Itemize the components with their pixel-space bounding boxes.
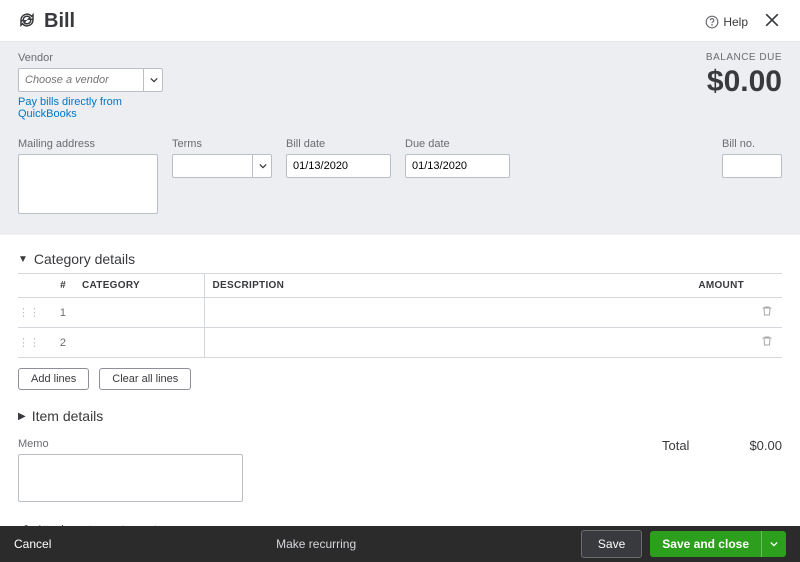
row-num: 1 bbox=[40, 298, 74, 328]
bill-date-input[interactable] bbox=[286, 154, 391, 178]
balance-label: BALANCE DUE bbox=[706, 52, 782, 63]
delete-row-button[interactable] bbox=[752, 298, 782, 328]
cancel-button[interactable]: Cancel bbox=[14, 537, 51, 551]
table-row[interactable]: ⋮⋮2 bbox=[18, 328, 782, 358]
category-details-title: Category details bbox=[34, 251, 135, 267]
vendor-select[interactable] bbox=[18, 68, 163, 92]
item-details-title: Item details bbox=[32, 408, 104, 424]
row-category[interactable] bbox=[74, 298, 204, 328]
make-recurring-button[interactable]: Make recurring bbox=[51, 537, 581, 551]
vendor-input[interactable] bbox=[18, 68, 163, 92]
trash-icon bbox=[761, 334, 773, 348]
row-amount[interactable] bbox=[682, 298, 752, 328]
grip-icon[interactable]: ⋮⋮ bbox=[18, 298, 40, 328]
table-row[interactable]: ⋮⋮1 bbox=[18, 298, 782, 328]
cycle-icon bbox=[18, 11, 36, 32]
pay-bills-link[interactable]: Pay bills directly from QuickBooks bbox=[18, 96, 163, 120]
trash-icon bbox=[761, 304, 773, 318]
upper-panel: Vendor Pay bills directly from QuickBook… bbox=[0, 42, 800, 235]
row-num: 2 bbox=[40, 328, 74, 358]
save-and-close-button[interactable]: Save and close bbox=[650, 531, 761, 557]
balance-amount: $0.00 bbox=[706, 65, 782, 99]
save-and-close-dropdown[interactable] bbox=[761, 531, 786, 557]
row-description[interactable] bbox=[204, 328, 682, 358]
mailing-address-input[interactable] bbox=[18, 154, 158, 214]
total-value: $0.00 bbox=[749, 438, 782, 453]
help-link[interactable]: Help bbox=[705, 15, 748, 29]
grip-icon[interactable]: ⋮⋮ bbox=[18, 328, 40, 358]
terms-select[interactable] bbox=[172, 154, 272, 178]
triangle-down-icon: ▼ bbox=[18, 254, 28, 265]
close-button[interactable] bbox=[762, 10, 782, 33]
triangle-right-icon: ▶ bbox=[18, 411, 26, 422]
category-details-toggle[interactable]: ▼ Category details bbox=[18, 251, 782, 267]
delete-row-button[interactable] bbox=[752, 328, 782, 358]
help-icon bbox=[705, 15, 719, 29]
row-amount[interactable] bbox=[682, 328, 752, 358]
footer-bar: Cancel Make recurring Save Save and clos… bbox=[0, 526, 800, 562]
item-details-toggle[interactable]: ▶ Item details bbox=[18, 408, 782, 424]
row-category[interactable] bbox=[74, 328, 204, 358]
col-description: DESCRIPTION bbox=[204, 274, 682, 298]
chevron-down-icon[interactable] bbox=[252, 154, 272, 178]
clear-lines-button[interactable]: Clear all lines bbox=[99, 368, 191, 390]
save-button[interactable]: Save bbox=[581, 530, 642, 558]
balance-due: BALANCE DUE $0.00 bbox=[706, 52, 782, 99]
help-label: Help bbox=[723, 15, 748, 29]
total-label: Total bbox=[662, 438, 689, 453]
bill-date-label: Bill date bbox=[286, 138, 391, 150]
mailing-label: Mailing address bbox=[18, 138, 158, 150]
add-lines-button[interactable]: Add lines bbox=[18, 368, 89, 390]
due-date-label: Due date bbox=[405, 138, 510, 150]
due-date-input[interactable] bbox=[405, 154, 510, 178]
col-category: CATEGORY bbox=[74, 274, 204, 298]
row-description[interactable] bbox=[204, 298, 682, 328]
bill-no-input[interactable] bbox=[722, 154, 782, 178]
memo-label: Memo bbox=[18, 438, 243, 450]
chevron-down-icon bbox=[770, 540, 778, 548]
vendor-label: Vendor bbox=[18, 52, 163, 64]
col-amount: AMOUNT bbox=[682, 274, 752, 298]
col-num: # bbox=[40, 274, 74, 298]
memo-input[interactable] bbox=[18, 454, 243, 502]
bill-no-label: Bill no. bbox=[722, 138, 782, 150]
page-title: Bill bbox=[44, 10, 705, 33]
terms-label: Terms bbox=[172, 138, 272, 150]
chevron-down-icon[interactable] bbox=[143, 68, 163, 92]
category-table: # CATEGORY DESCRIPTION AMOUNT ⋮⋮1⋮⋮2 bbox=[18, 273, 782, 358]
header-bar: Bill Help bbox=[0, 0, 800, 42]
